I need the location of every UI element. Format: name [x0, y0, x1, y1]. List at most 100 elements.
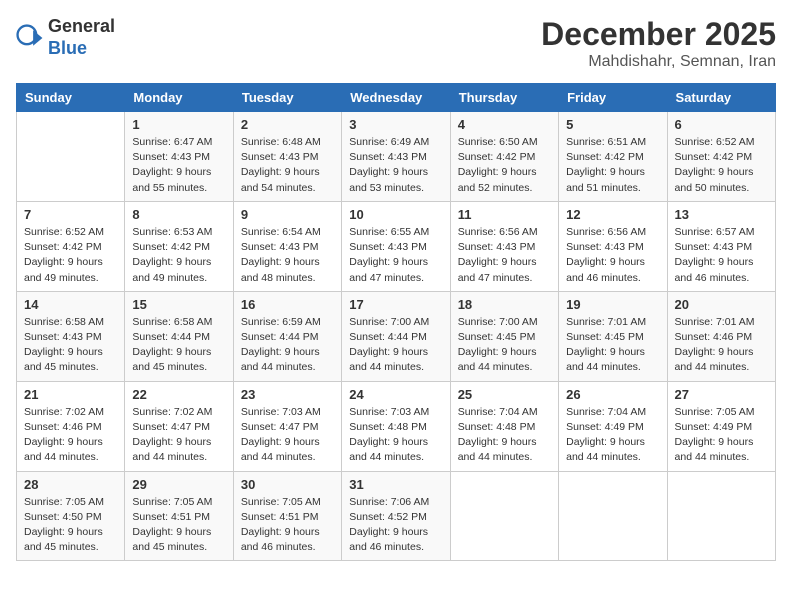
day-number: 20: [675, 297, 768, 312]
calendar-cell: 28 Sunrise: 7:05 AMSunset: 4:50 PMDayligh…: [17, 471, 125, 561]
day-number: 7: [24, 207, 117, 222]
day-info: Sunrise: 6:56 AMSunset: 4:43 PMDaylight:…: [458, 225, 551, 286]
day-number: 19: [566, 297, 659, 312]
calendar-cell: 29Sunrise: 7:05 AMSunset: 4:51 PMDayligh…: [125, 471, 233, 561]
calendar-cell: 30Sunrise: 7:05 AMSunset: 4:51 PMDayligh…: [233, 471, 341, 561]
calendar-cell: 20 Sunrise: 7:01 AMSunset: 4:46 PMDayligh…: [667, 291, 775, 381]
day-info: Sunrise: 6:51 AMSunset: 4:42 PMDaylight:…: [566, 135, 659, 196]
calendar-cell: 18 Sunrise: 7:00 AMSunset: 4:45 PMDayligh…: [450, 291, 558, 381]
day-number: 16: [241, 297, 334, 312]
calendar-cell: 8 Sunrise: 6:53 AMSunset: 4:42 PMDaylight…: [125, 201, 233, 291]
column-header-sunday: Sunday: [17, 84, 125, 112]
month-title: December 2025: [541, 16, 776, 53]
calendar-cell: 4 Sunrise: 6:50 AMSunset: 4:42 PMDaylight…: [450, 112, 558, 202]
location: Mahdishahr, Semnan, Iran: [541, 53, 776, 71]
calendar-cell: 5 Sunrise: 6:51 AMSunset: 4:42 PMDaylight…: [559, 112, 667, 202]
calendar-cell: 2 Sunrise: 6:48 AMSunset: 4:43 PMDaylight…: [233, 112, 341, 202]
calendar-cell: 31 Sunrise: 7:06 AMSunset: 4:52 PMDayligh…: [342, 471, 450, 561]
day-info: Sunrise: 6:48 AMSunset: 4:43 PMDaylight:…: [241, 135, 334, 196]
day-number: 13: [675, 207, 768, 222]
calendar-cell: 24Sunrise: 7:03 AMSunset: 4:48 PMDayligh…: [342, 381, 450, 471]
column-header-wednesday: Wednesday: [342, 84, 450, 112]
day-info: Sunrise: 6:58 AMSunset: 4:44 PMDaylight:…: [132, 315, 225, 376]
calendar-cell: 10 Sunrise: 6:55 AMSunset: 4:43 PMDayligh…: [342, 201, 450, 291]
header: General Blue December 2025 Mahdishahr, S…: [16, 16, 776, 71]
calendar-body: 1Sunrise: 6:47 AMSunset: 4:43 PMDaylight…: [17, 112, 776, 561]
day-number: 26: [566, 387, 659, 402]
day-number: 9: [241, 207, 334, 222]
calendar-cell: 14Sunrise: 6:58 AMSunset: 4:43 PMDayligh…: [17, 291, 125, 381]
day-number: 12: [566, 207, 659, 222]
day-number: 25: [458, 387, 551, 402]
day-info: Sunrise: 7:01 AMSunset: 4:46 PMDaylight:…: [675, 315, 768, 376]
day-info: Sunrise: 7:00 AMSunset: 4:44 PMDaylight:…: [349, 315, 442, 376]
calendar-cell: 27Sunrise: 7:05 AMSunset: 4:49 PMDayligh…: [667, 381, 775, 471]
day-info: Sunrise: 6:53 AMSunset: 4:42 PMDaylight:…: [132, 225, 225, 286]
day-info: Sunrise: 6:55 AMSunset: 4:43 PMDaylight:…: [349, 225, 442, 286]
calendar-cell: 1Sunrise: 6:47 AMSunset: 4:43 PMDaylight…: [125, 112, 233, 202]
day-number: 3: [349, 117, 442, 132]
day-number: 4: [458, 117, 551, 132]
day-number: 6: [675, 117, 768, 132]
day-info: Sunrise: 7:06 AMSunset: 4:52 PMDaylight:…: [349, 495, 442, 556]
calendar-cell: 11 Sunrise: 6:56 AMSunset: 4:43 PMDayligh…: [450, 201, 558, 291]
column-header-thursday: Thursday: [450, 84, 558, 112]
day-number: 29: [132, 477, 225, 492]
day-number: 2: [241, 117, 334, 132]
calendar-cell: [450, 471, 558, 561]
day-info: Sunrise: 6:52 AMSunset: 4:42 PMDaylight:…: [675, 135, 768, 196]
day-number: 10: [349, 207, 442, 222]
day-number: 21: [24, 387, 117, 402]
calendar-cell: 12 Sunrise: 6:56 AMSunset: 4:43 PMDayligh…: [559, 201, 667, 291]
day-info: Sunrise: 7:04 AMSunset: 4:48 PMDaylight:…: [458, 405, 551, 466]
day-info: Sunrise: 7:00 AMSunset: 4:45 PMDaylight:…: [458, 315, 551, 376]
calendar-cell: 17Sunrise: 7:00 AMSunset: 4:44 PMDayligh…: [342, 291, 450, 381]
calendar-cell: 16 Sunrise: 6:59 AMSunset: 4:44 PMDayligh…: [233, 291, 341, 381]
calendar-week-row: 28 Sunrise: 7:05 AMSunset: 4:50 PMDayligh…: [17, 471, 776, 561]
day-info: Sunrise: 6:49 AMSunset: 4:43 PMDaylight:…: [349, 135, 442, 196]
title-area: December 2025 Mahdishahr, Semnan, Iran: [541, 16, 776, 71]
day-number: 11: [458, 207, 551, 222]
calendar-table: SundayMondayTuesdayWednesdayThursdayFrid…: [16, 83, 776, 561]
day-info: Sunrise: 6:56 AMSunset: 4:43 PMDaylight:…: [566, 225, 659, 286]
day-info: Sunrise: 6:59 AMSunset: 4:44 PMDaylight:…: [241, 315, 334, 376]
day-info: Sunrise: 6:47 AMSunset: 4:43 PMDaylight:…: [132, 135, 225, 196]
calendar-cell: 26 Sunrise: 7:04 AMSunset: 4:49 PMDayligh…: [559, 381, 667, 471]
day-number: 31: [349, 477, 442, 492]
day-info: Sunrise: 7:04 AMSunset: 4:49 PMDaylight:…: [566, 405, 659, 466]
calendar-week-row: 21 Sunrise: 7:02 AMSunset: 4:46 PMDayligh…: [17, 381, 776, 471]
column-header-friday: Friday: [559, 84, 667, 112]
day-number: 5: [566, 117, 659, 132]
day-info: Sunrise: 7:02 AMSunset: 4:46 PMDaylight:…: [24, 405, 117, 466]
day-info: Sunrise: 7:05 AMSunset: 4:50 PMDaylight:…: [24, 495, 117, 556]
logo-text: General Blue: [48, 16, 115, 59]
calendar-cell: 7 Sunrise: 6:52 AMSunset: 4:42 PMDaylight…: [17, 201, 125, 291]
column-header-saturday: Saturday: [667, 84, 775, 112]
day-number: 23: [241, 387, 334, 402]
day-info: Sunrise: 6:52 AMSunset: 4:42 PMDaylight:…: [24, 225, 117, 286]
calendar-cell: 15 Sunrise: 6:58 AMSunset: 4:44 PMDayligh…: [125, 291, 233, 381]
day-info: Sunrise: 6:50 AMSunset: 4:42 PMDaylight:…: [458, 135, 551, 196]
calendar-week-row: 14Sunrise: 6:58 AMSunset: 4:43 PMDayligh…: [17, 291, 776, 381]
day-number: 27: [675, 387, 768, 402]
column-header-tuesday: Tuesday: [233, 84, 341, 112]
calendar-header-row: SundayMondayTuesdayWednesdayThursdayFrid…: [17, 84, 776, 112]
logo: General Blue: [16, 16, 115, 59]
day-number: 28: [24, 477, 117, 492]
day-number: 14: [24, 297, 117, 312]
calendar-cell: 9Sunrise: 6:54 AMSunset: 4:43 PMDaylight…: [233, 201, 341, 291]
day-info: Sunrise: 6:57 AMSunset: 4:43 PMDaylight:…: [675, 225, 768, 286]
day-number: 30: [241, 477, 334, 492]
day-info: Sunrise: 7:03 AMSunset: 4:47 PMDaylight:…: [241, 405, 334, 466]
calendar-cell: [667, 471, 775, 561]
day-number: 8: [132, 207, 225, 222]
calendar-week-row: 1Sunrise: 6:47 AMSunset: 4:43 PMDaylight…: [17, 112, 776, 202]
day-info: Sunrise: 7:03 AMSunset: 4:48 PMDaylight:…: [349, 405, 442, 466]
day-number: 15: [132, 297, 225, 312]
calendar-cell: 19 Sunrise: 7:01 AMSunset: 4:45 PMDayligh…: [559, 291, 667, 381]
column-header-monday: Monday: [125, 84, 233, 112]
day-number: 18: [458, 297, 551, 312]
day-info: Sunrise: 7:02 AMSunset: 4:47 PMDaylight:…: [132, 405, 225, 466]
calendar-cell: 22Sunrise: 7:02 AMSunset: 4:47 PMDayligh…: [125, 381, 233, 471]
day-info: Sunrise: 7:01 AMSunset: 4:45 PMDaylight:…: [566, 315, 659, 376]
